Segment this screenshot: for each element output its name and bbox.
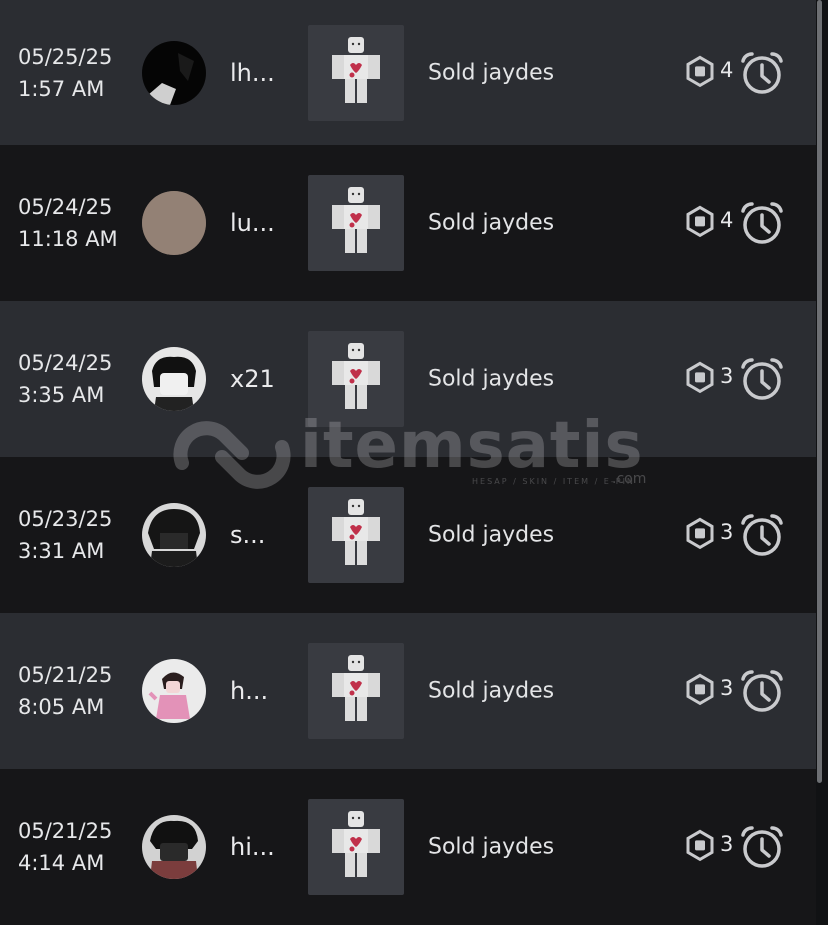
- robux-amount: 3: [720, 364, 734, 389]
- buyer-avatar[interactable]: [142, 659, 206, 723]
- transaction-date: 05/24/25 3:35 AM: [18, 351, 113, 407]
- item-thumbnail[interactable]: [308, 175, 404, 271]
- buyer-username[interactable]: lh...: [230, 59, 275, 87]
- transaction-date: 05/21/25 4:14 AM: [18, 819, 113, 875]
- transaction-status: Sold jaydes: [428, 678, 555, 704]
- alarm-clock-icon: [741, 202, 783, 244]
- robux-amount: 4: [720, 208, 734, 233]
- transaction-row: 05/21/25 4:14 AM hi... Sold jaydes 3: [0, 769, 816, 925]
- transaction-status: Sold jaydes: [428, 366, 555, 392]
- buyer-avatar[interactable]: [142, 191, 206, 255]
- buyer-username[interactable]: x21: [230, 365, 275, 393]
- transaction-date: 05/21/25 8:05 AM: [18, 663, 113, 719]
- transaction-row: 05/25/25 1:57 AM lh... Sold jaydes 4: [0, 0, 816, 145]
- buyer-username[interactable]: h...: [230, 677, 268, 705]
- robux-amount: 3: [720, 676, 734, 701]
- transaction-row: 05/24/25 11:18 AM lu... Sold jaydes 4: [0, 145, 816, 301]
- alarm-clock-icon: [741, 51, 783, 94]
- transaction-list: 05/25/25 1:57 AM lh... Sold jaydes 4 05/…: [0, 0, 816, 925]
- transaction-date: 05/24/25 11:18 AM: [18, 195, 118, 251]
- vertical-scrollbar[interactable]: [817, 0, 822, 783]
- transaction-row: 05/24/25 3:35 AM x21 Sold jaydes 3: [0, 301, 816, 457]
- item-thumbnail[interactable]: [308, 24, 404, 121]
- transaction-status: Sold jaydes: [428, 522, 555, 548]
- robux-amount: 3: [720, 832, 734, 857]
- transaction-row: 05/21/25 8:05 AM h... Sold jaydes 3: [0, 613, 816, 769]
- item-thumbnail[interactable]: [308, 643, 404, 739]
- robux-icon: [686, 361, 714, 394]
- item-thumbnail[interactable]: [308, 487, 404, 583]
- alarm-clock-icon: [741, 670, 783, 712]
- buyer-avatar[interactable]: [142, 40, 206, 105]
- buyer-avatar[interactable]: [142, 347, 206, 411]
- transaction-date: 05/25/25 1:57 AM: [18, 44, 113, 101]
- alarm-clock-icon: [741, 514, 783, 556]
- robux-amount: 4: [720, 57, 734, 82]
- transaction-status: Sold jaydes: [428, 834, 555, 860]
- transaction-date: 05/23/25 3:31 AM: [18, 507, 113, 563]
- transaction-status: Sold jaydes: [428, 210, 555, 236]
- robux-icon: [686, 673, 714, 706]
- buyer-username[interactable]: lu...: [230, 209, 275, 237]
- robux-icon: [686, 205, 714, 238]
- robux-amount: 3: [720, 520, 734, 545]
- robux-icon: [686, 829, 714, 862]
- item-thumbnail[interactable]: [308, 799, 404, 895]
- robux-icon: [686, 517, 714, 550]
- alarm-clock-icon: [741, 826, 783, 868]
- transaction-status: Sold jaydes: [428, 60, 555, 85]
- buyer-avatar[interactable]: [142, 815, 206, 879]
- alarm-clock-icon: [741, 358, 783, 400]
- transaction-row: 05/23/25 3:31 AM s... Sold jaydes 3: [0, 457, 816, 613]
- buyer-avatar[interactable]: [142, 503, 206, 567]
- buyer-username[interactable]: s...: [230, 521, 265, 549]
- robux-icon: [686, 55, 714, 87]
- buyer-username[interactable]: hi...: [230, 833, 275, 861]
- item-thumbnail[interactable]: [308, 331, 404, 427]
